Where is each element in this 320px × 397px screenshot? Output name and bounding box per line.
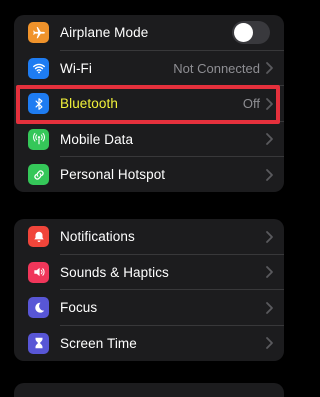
hotspot-link-icon xyxy=(28,164,49,186)
speaker-icon xyxy=(28,261,49,283)
connectivity-settings-group: Airplane Mode Wi-Fi Not Connected Blueto… xyxy=(14,15,284,192)
wifi-label: Wi-Fi xyxy=(60,60,92,76)
personal-hotspot-row[interactable]: Personal Hotspot xyxy=(14,157,284,192)
chevron-right-icon xyxy=(264,230,274,244)
wifi-status: Not Connected xyxy=(173,60,260,76)
chevron-right-icon xyxy=(264,168,274,182)
wifi-row[interactable]: Wi-Fi Not Connected xyxy=(14,51,284,87)
chevron-right-icon xyxy=(264,301,274,315)
chevron-right-icon xyxy=(264,97,274,111)
mobile-data-row[interactable]: Mobile Data xyxy=(14,122,284,158)
notifications-settings-group: Notifications Sounds & Haptics Focus Scr… xyxy=(14,219,284,361)
chevron-right-icon xyxy=(264,61,274,75)
focus-row[interactable]: Focus xyxy=(14,290,284,326)
chevron-right-icon xyxy=(264,265,274,279)
hourglass-icon xyxy=(28,332,49,354)
airplane-mode-row[interactable]: Airplane Mode xyxy=(14,15,284,51)
bell-icon xyxy=(28,226,49,248)
bluetooth-status: Off xyxy=(242,96,260,112)
toggle-knob xyxy=(234,23,253,43)
focus-label: Focus xyxy=(60,300,98,316)
general-settings-group xyxy=(14,383,284,397)
chevron-right-icon xyxy=(264,336,274,350)
bluetooth-row[interactable]: Bluetooth Off xyxy=(14,86,284,122)
notifications-label: Notifications xyxy=(60,229,135,245)
personal-hotspot-label: Personal Hotspot xyxy=(60,167,166,183)
sounds-haptics-row[interactable]: Sounds & Haptics xyxy=(14,255,284,291)
screen-time-row[interactable]: Screen Time xyxy=(14,326,284,362)
airplane-icon xyxy=(28,22,49,44)
bluetooth-label: Bluetooth xyxy=(60,96,118,112)
notifications-row[interactable]: Notifications xyxy=(14,219,284,255)
bluetooth-icon xyxy=(28,93,49,115)
sounds-haptics-label: Sounds & Haptics xyxy=(60,264,169,280)
antenna-icon xyxy=(28,128,49,150)
wifi-icon xyxy=(28,57,49,79)
airplane-mode-toggle[interactable] xyxy=(232,21,270,45)
screen-time-label: Screen Time xyxy=(60,335,137,351)
airplane-mode-label: Airplane Mode xyxy=(60,25,149,41)
mobile-data-label: Mobile Data xyxy=(60,131,134,147)
moon-icon xyxy=(28,297,49,319)
chevron-right-icon xyxy=(264,132,274,146)
